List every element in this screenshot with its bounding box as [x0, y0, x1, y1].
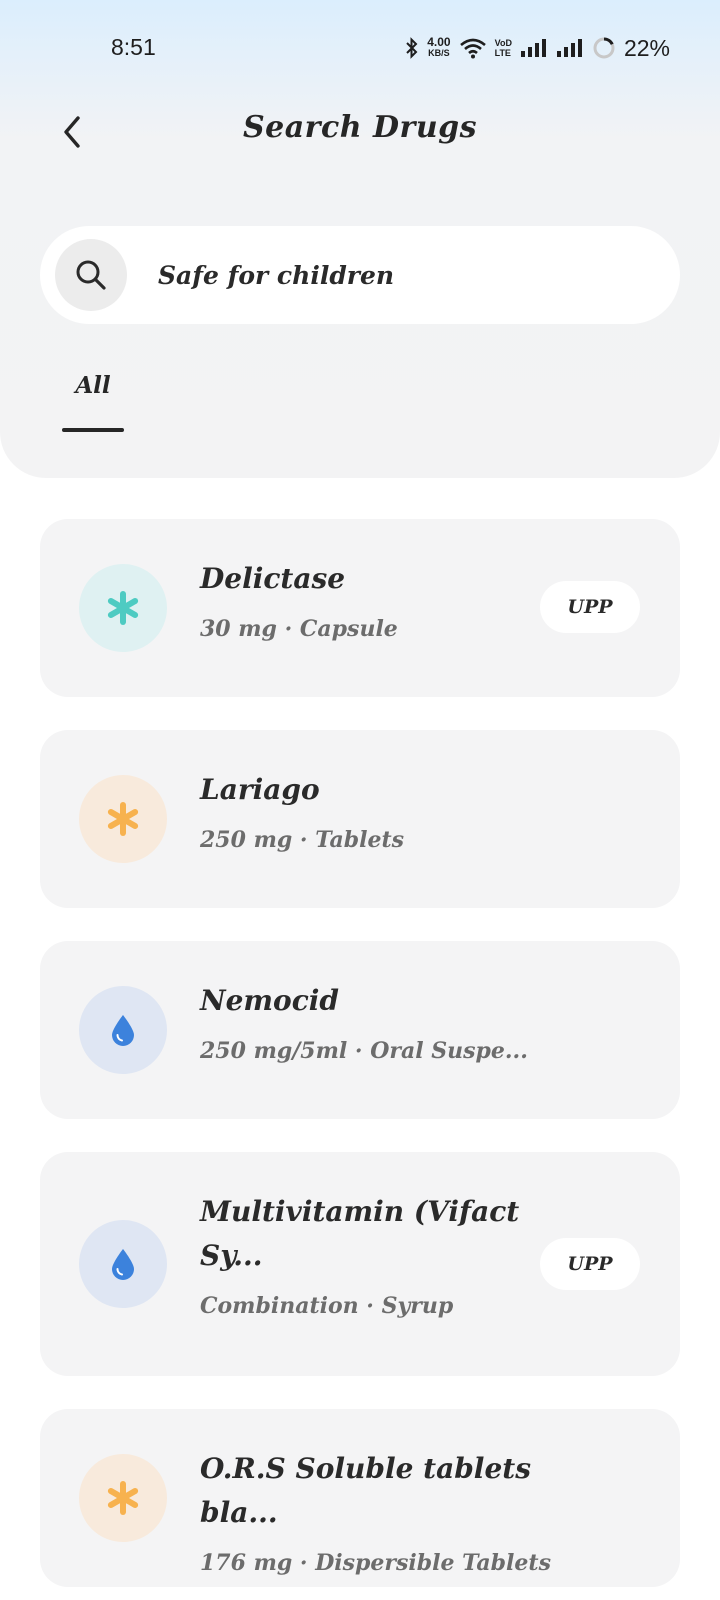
page-title: Search Drugs: [242, 110, 478, 145]
drug-icon-circle: [79, 1220, 167, 1308]
search-icon-button[interactable]: [55, 239, 127, 311]
asterisk-icon: [107, 802, 139, 836]
signal-icon-2: [556, 39, 582, 57]
drug-name: Lariago: [200, 773, 320, 806]
status-icons: 4.00 KB/S VoD LTE 22%: [405, 32, 670, 64]
search-icon: [76, 260, 106, 290]
drug-detail: 250 mg/5ml · Oral Suspe...: [200, 1038, 528, 1064]
drug-detail: 30 mg · Capsule: [200, 616, 398, 642]
drug-info: O.R.S Soluble tablets bla... 176 mg · Di…: [200, 1447, 600, 1579]
asterisk-icon: [107, 1481, 139, 1515]
drug-name: Nemocid: [200, 984, 339, 1017]
search-input[interactable]: [158, 248, 638, 302]
asterisk-icon: [107, 591, 139, 625]
battery-percent: 22%: [623, 34, 670, 61]
tab-all-label: All: [75, 372, 111, 399]
status-time: 8:51: [111, 34, 156, 60]
bluetooth-icon: [406, 37, 418, 59]
drug-name: O.R.S Soluble tablets bla...: [200, 1452, 531, 1529]
volte-top: VoD: [494, 38, 512, 48]
droplet-icon: [112, 1249, 134, 1280]
drug-detail: 176 mg · Dispersible Tablets: [200, 1550, 551, 1576]
drug-card[interactable]: Nemocid 250 mg/5ml · Oral Suspe...: [40, 941, 680, 1119]
net-speed: 4.00 KB/S: [427, 35, 451, 59]
drug-icon-circle: [79, 1454, 167, 1542]
upp-badge: UPP: [540, 581, 640, 633]
tab-all[interactable]: All: [60, 372, 126, 432]
drug-list: Delictase 30 mg · Capsule UPP Lariago 25…: [40, 519, 680, 1600]
volte-indicator: VoD LTE: [495, 38, 512, 58]
drug-card[interactable]: Multivitamin (Vifact Sy... Combination ·…: [40, 1152, 680, 1376]
drug-icon-circle: [79, 564, 167, 652]
drug-name: Delictase: [200, 562, 346, 595]
drug-detail: Combination · Syrup: [200, 1293, 454, 1319]
drug-info: Delictase 30 mg · Capsule: [200, 557, 530, 645]
volte-bottom: LTE: [494, 48, 511, 58]
drug-icon-circle: [79, 775, 167, 863]
drug-detail: 250 mg · Tablets: [200, 827, 405, 853]
drug-icon-circle: [79, 986, 167, 1074]
tab-active-indicator: [62, 428, 124, 432]
drug-name: Multivitamin (Vifact Sy...: [200, 1195, 520, 1272]
drug-info: Multivitamin (Vifact Sy... Combination ·…: [200, 1190, 530, 1322]
net-speed-unit: KB/S: [428, 48, 450, 58]
droplet-icon: [112, 1015, 134, 1046]
wifi-icon: [459, 38, 486, 59]
upp-badge: UPP: [540, 1238, 640, 1290]
drug-card[interactable]: O.R.S Soluble tablets bla... 176 mg · Di…: [40, 1409, 680, 1587]
status-bar: 8:51 4.00 KB/S VoD LTE 22%: [0, 0, 720, 96]
net-speed-value: 4.00: [427, 35, 451, 49]
drug-card[interactable]: Lariago 250 mg · Tablets: [40, 730, 680, 908]
signal-icon: [520, 39, 546, 57]
battery-ring-icon: [593, 37, 615, 59]
search-bar[interactable]: [40, 226, 680, 324]
drug-card[interactable]: Delictase 30 mg · Capsule UPP: [40, 519, 680, 697]
drug-info: Nemocid 250 mg/5ml · Oral Suspe...: [200, 979, 530, 1067]
drug-info: Lariago 250 mg · Tablets: [200, 768, 530, 856]
